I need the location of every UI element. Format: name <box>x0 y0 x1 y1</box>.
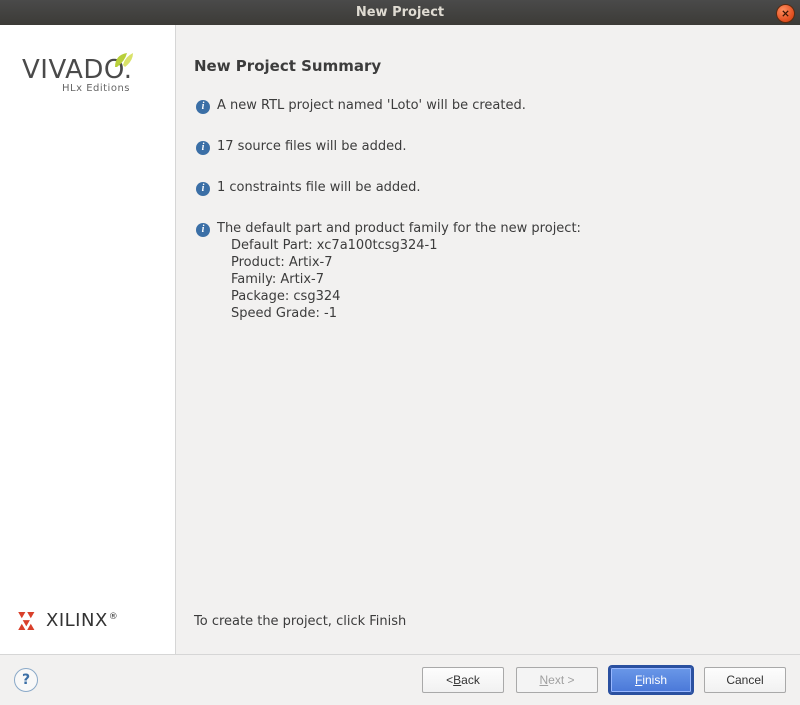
help-icon: ? <box>22 672 30 688</box>
back-button[interactable]: < Back <box>422 667 504 693</box>
detail-product: Product: Artix-7 <box>231 254 581 271</box>
close-icon <box>781 9 790 18</box>
next-button: Next > <box>516 667 598 693</box>
detail-speed: Speed Grade: -1 <box>231 305 581 322</box>
finish-hint: To create the project, click Finish <box>194 614 406 629</box>
detail-package: Package: csg324 <box>231 288 581 305</box>
next-suffix: ext > <box>548 673 574 687</box>
dialog-body: VIVADO. HLx Editions XILINX® New Project… <box>0 25 800 655</box>
window-title: New Project <box>356 5 444 20</box>
summary-text-sources: 17 source files will be added. <box>217 138 407 155</box>
button-bar: ? < Back Next > Finish Cancel <box>0 654 800 705</box>
info-icon: i <box>196 100 210 114</box>
next-mnemonic: N <box>539 673 548 687</box>
detail-family: Family: Artix-7 <box>231 271 581 288</box>
cancel-label: Cancel <box>726 673 763 687</box>
back-prefix: < <box>446 673 453 687</box>
finish-suffix: inish <box>642 673 667 687</box>
registered-mark: ® <box>109 612 119 622</box>
info-icon: i <box>196 182 210 196</box>
info-icon: i <box>196 141 210 155</box>
summary-text-constraints: 1 constraints file will be added. <box>217 179 421 196</box>
xilinx-logo: XILINX® <box>18 610 119 631</box>
close-button[interactable] <box>776 4 795 23</box>
vivado-logo: VIVADO. HLx Editions <box>22 55 165 94</box>
part-intro: The default part and product family for … <box>217 220 581 237</box>
finish-mnemonic: F <box>635 673 642 687</box>
titlebar: New Project <box>0 0 800 25</box>
back-suffix: ack <box>461 673 480 687</box>
summary-text-project: A new RTL project named 'Loto' will be c… <box>217 97 526 114</box>
part-details: Default Part: xc7a100tcsg324-1 Product: … <box>217 237 581 322</box>
info-icon: i <box>196 223 210 237</box>
detail-default-part: Default Part: xc7a100tcsg324-1 <box>231 237 581 254</box>
vivado-text: VIVADO <box>22 55 124 85</box>
summary-row-part: i The default part and product family fo… <box>194 220 780 322</box>
xilinx-text: XILINX <box>46 610 108 631</box>
cancel-button[interactable]: Cancel <box>704 667 786 693</box>
summary-row-project: i A new RTL project named 'Loto' will be… <box>194 97 780 114</box>
back-mnemonic: B <box>453 673 461 687</box>
left-panel: VIVADO. HLx Editions XILINX® <box>0 25 176 655</box>
help-button[interactable]: ? <box>14 668 38 692</box>
content-panel: New Project Summary i A new RTL project … <box>176 25 800 655</box>
page-title: New Project Summary <box>194 57 780 75</box>
xilinx-mark-icon <box>18 612 40 630</box>
finish-button[interactable]: Finish <box>610 667 692 693</box>
leaf-icon <box>111 47 135 71</box>
summary-row-constraints: i 1 constraints file will be added. <box>194 179 780 196</box>
summary-block-part: The default part and product family for … <box>217 220 581 322</box>
summary-row-sources: i 17 source files will be added. <box>194 138 780 155</box>
